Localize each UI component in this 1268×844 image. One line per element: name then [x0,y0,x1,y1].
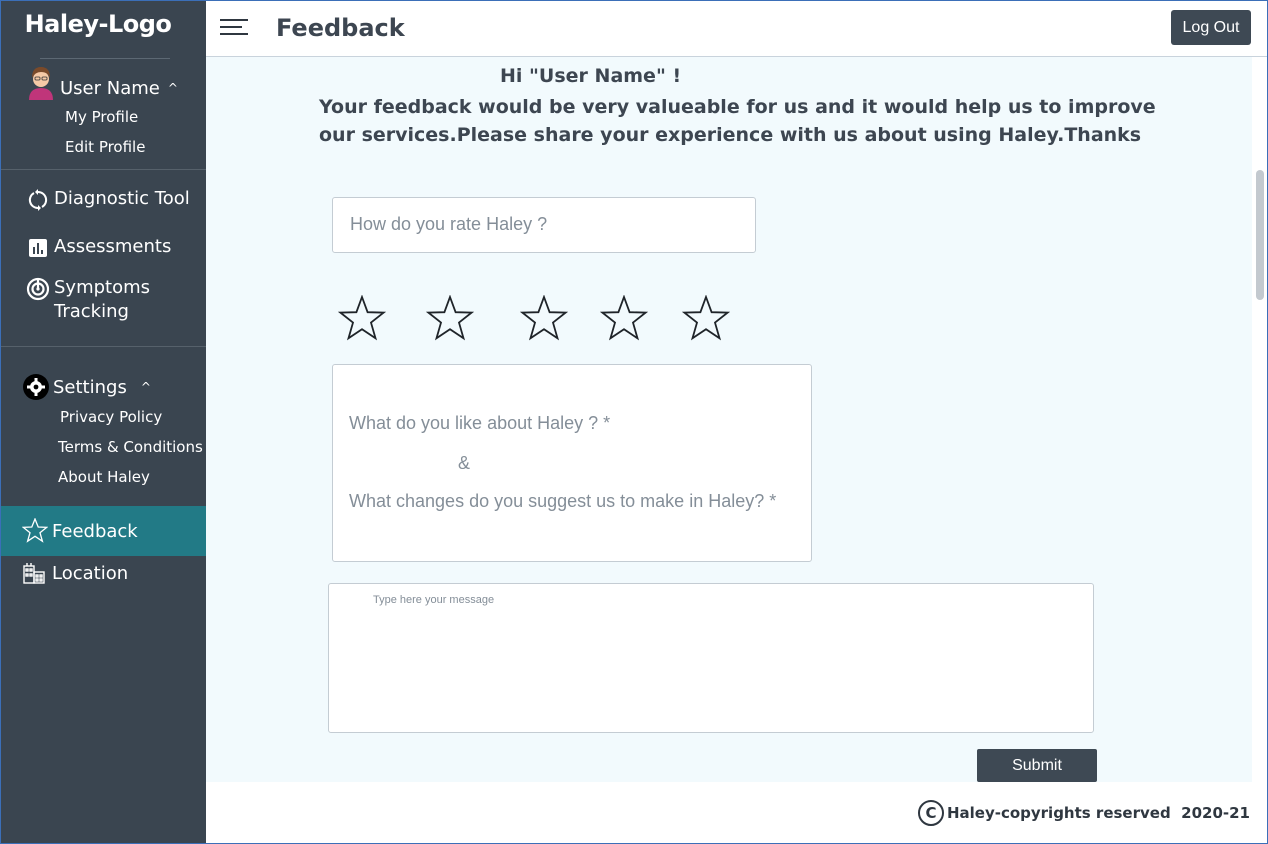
rating-star-3[interactable] [519,294,569,341]
rate-prompt-box: How do you rate Haley ? [332,197,756,253]
refresh-icon [26,188,50,212]
symptoms-label: Symptoms [54,277,151,298]
intro-line-1: Your feedback would be very valueable fo… [319,96,1156,118]
greeting-text: Hi "User Name" ! [500,65,682,87]
change-prompt: What changes do you suggest us to make i… [349,491,777,511]
sidebar-item-label: Feedback [52,520,138,542]
chevron-up-icon: ^ [140,380,151,394]
copyright-notice: C Haley-copyrights reserved 2020-21 [917,800,1250,826]
logo-divider [40,58,170,59]
feedback-questions-box: What do you like about Haley ? * & What … [332,364,812,562]
sidebar-item-label: Symptoms Tracking [54,276,150,324]
like-prompt: What do you like about Haley ? * [349,413,611,433]
sidebar-item-location[interactable]: Location [22,561,128,585]
sidebar: Haley-Logo User Name ^ My Profile Edit P… [0,0,206,844]
sidebar-item-feedback[interactable]: Feedback [0,506,206,556]
copyright-icon: C [917,800,944,826]
sidebar-item-label: Diagnostic Tool [54,188,190,209]
sidebar-item-assessments[interactable]: Assessments [26,236,171,260]
intro-text: Your feedback would be very valueable fo… [319,93,1179,149]
sidebar-item-my-profile[interactable]: My Profile [65,108,138,126]
message-input[interactable] [328,583,1094,733]
rating-star-2[interactable] [425,294,475,341]
sidebar-item-label: Location [52,562,129,584]
user-avatar-icon [26,64,56,100]
footer: C Haley-copyrights reserved 2020-21 [206,782,1268,844]
star-icon [22,518,50,544]
haley-logo[interactable]: Haley-Logo [0,10,196,38]
feedback-content: Hi "User Name" ! Your feedback would be … [206,57,1252,782]
sidebar-item-label: Settings [53,376,127,398]
top-header: Feedback Log Out [206,0,1268,57]
rating-star-1[interactable] [337,294,387,341]
hamburger-menu-icon[interactable] [220,19,250,39]
sidebar-item-diagnostic-tool[interactable]: Diagnostic Tool [26,188,190,212]
scrollbar-track[interactable] [1252,57,1268,782]
buildings-icon [22,561,46,585]
ampersand-text: & [458,453,471,473]
sidebar-divider [0,169,206,170]
logout-button[interactable]: Log Out [1171,10,1251,45]
sidebar-item-settings[interactable]: Settings ^ [22,373,151,401]
rating-star-5[interactable] [681,294,731,341]
sidebar-item-symptoms-tracking[interactable]: Symptoms Tracking [26,276,150,324]
rating-star-4[interactable] [599,294,649,341]
user-name-label: User Name [60,77,160,99]
intro-line-2: our services.Please share your experienc… [319,124,1142,146]
user-menu-toggle[interactable]: User Name ^ [26,64,196,100]
submit-button[interactable]: Submit [977,749,1097,782]
page-title: Feedback [276,14,405,42]
tracking-label: Tracking [54,301,129,322]
sidebar-item-about-haley[interactable]: About Haley [58,468,150,486]
chevron-up-icon: ^ [167,81,178,95]
sidebar-item-edit-profile[interactable]: Edit Profile [65,138,145,156]
copyright-text: Haley-copyrights reserved 2020-21 [946,804,1250,822]
target-icon [26,277,50,301]
scrollbar-thumb[interactable] [1256,170,1264,300]
sidebar-item-privacy-policy[interactable]: Privacy Policy [60,408,162,426]
gear-icon [22,373,50,401]
sidebar-item-terms-conditions[interactable]: Terms & Conditions [58,438,203,456]
sidebar-divider [0,346,206,347]
bar-chart-icon [26,236,50,260]
sidebar-item-label: Assessments [54,236,172,257]
